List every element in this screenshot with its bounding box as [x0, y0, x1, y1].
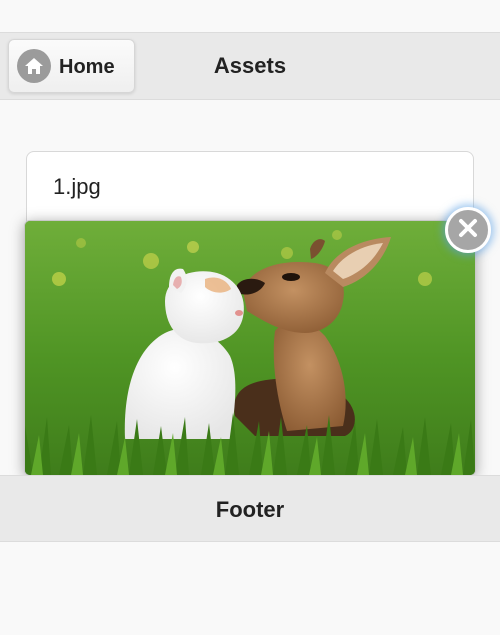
header-bar: Home Assets: [0, 32, 500, 100]
kitten-and-fawn-photo: [25, 221, 475, 475]
footer-bar: Footer: [0, 475, 500, 542]
footer-title: Footer: [215, 497, 285, 522]
home-button-label: Home: [59, 56, 115, 78]
top-spacer: [0, 0, 500, 32]
page-title: Assets: [213, 53, 287, 78]
close-button[interactable]: [445, 207, 491, 253]
close-icon: [457, 217, 479, 244]
home-icon: [17, 49, 51, 83]
image-popup: [24, 220, 476, 476]
bottom-spacer: [0, 542, 500, 635]
list-item-label: 1.jpg: [53, 174, 101, 199]
home-button[interactable]: Home: [8, 39, 135, 93]
